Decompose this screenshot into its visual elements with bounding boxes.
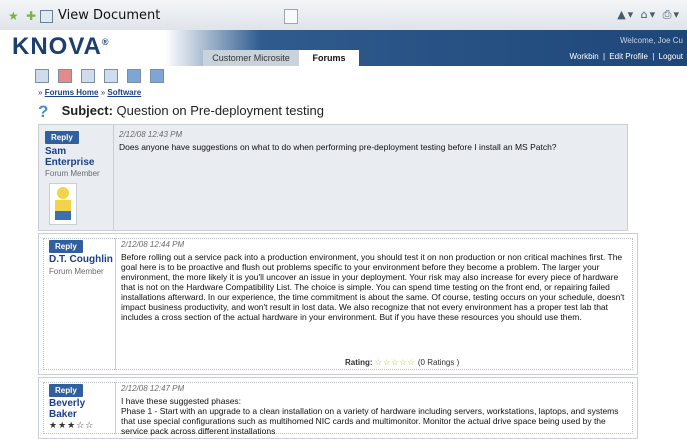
browser-tools[interactable]: ▲▾ ⌂▾ ⎙▾ — [617, 8, 681, 22]
edit-icon[interactable] — [81, 69, 96, 83]
new-tab-button[interactable] — [284, 9, 298, 24]
post-1: Reply Sam Enterprise Forum Member 2/12/08… — [38, 124, 628, 231]
author-name[interactable]: Sam Enterprise — [45, 146, 94, 168]
knova-logo: KNOVA® — [12, 33, 110, 60]
post-body: Before rolling out a service pack into a… — [121, 252, 625, 322]
post-timestamp: 2/12/08 12:44 PM — [121, 240, 185, 249]
add-favorite-icon[interactable]: ✚ — [26, 9, 36, 23]
subscribe-icon[interactable] — [127, 69, 142, 83]
link-separator: | — [602, 52, 606, 61]
page-title: ? Subject: Question on Pre-deployment te… — [38, 102, 324, 121]
post-body: Does anyone have suggestions on what to … — [119, 142, 557, 152]
favorite-icon[interactable] — [58, 69, 73, 83]
author-name[interactable]: D.T. Coughlin — [49, 254, 113, 265]
post-2: Reply D.T. Coughlin Forum Member 2/12/08… — [38, 233, 638, 375]
browser-window: ★ ✚ View Document ▲▾ ⌂▾ ⎙▾ KNOVA® Custom… — [0, 0, 687, 439]
post-3: Reply Beverly Baker ★★★☆☆ 2/12/08 12:47 P… — [38, 377, 638, 439]
author-role: Forum Member — [49, 267, 104, 276]
workbin-link[interactable]: Workbin — [570, 52, 599, 61]
author-role: Forum Member — [45, 169, 100, 178]
reply-button[interactable]: Reply — [49, 384, 83, 397]
author-name[interactable]: Beverly Baker — [49, 398, 85, 420]
welcome-text: Welcome, Joe Cu — [620, 36, 683, 45]
edit-profile-link[interactable]: Edit Profile — [609, 52, 648, 61]
question-icon: ? — [38, 102, 49, 121]
browser-tab-title[interactable]: View Document — [58, 8, 160, 23]
favorites-star-icon[interactable]: ★ — [8, 9, 19, 23]
logout-link[interactable]: Logout — [659, 52, 683, 61]
email-icon[interactable] — [104, 69, 119, 83]
header-links: Workbin | Edit Profile | Logout — [568, 52, 683, 61]
post-body: I have these suggested phases: Phase 1 -… — [121, 396, 619, 436]
breadcrumb: » Forums Home » Software — [38, 88, 142, 97]
document-toolbar — [35, 68, 168, 84]
tab-customer-microsite[interactable]: Customer Microsite — [203, 50, 299, 66]
tab-forums[interactable]: Forums — [299, 50, 359, 66]
post-timestamp: 2/12/08 12:43 PM — [119, 130, 183, 139]
browser-toolbar: ★ ✚ View Document ▲▾ ⌂▾ ⎙▾ — [0, 0, 687, 31]
link-separator: | — [652, 52, 655, 61]
post-rating: Rating: ☆☆☆☆☆ (0 Ratings ) — [345, 358, 460, 367]
author-rank-stars: ★★★☆☆ — [49, 421, 95, 431]
back-arrow-icon[interactable] — [150, 69, 165, 83]
breadcrumb-software[interactable]: Software — [107, 88, 141, 97]
rating-stars[interactable]: ☆☆☆☆☆ — [375, 358, 416, 367]
avatar — [49, 183, 77, 225]
reply-button[interactable]: Reply — [49, 240, 83, 253]
post-timestamp: 2/12/08 12:47 PM — [121, 384, 185, 393]
page-icon — [40, 10, 53, 23]
breadcrumb-forums-home[interactable]: Forums Home — [45, 88, 99, 97]
reply-button[interactable]: Reply — [45, 131, 79, 144]
print-icon[interactable] — [35, 69, 49, 83]
app-header: KNOVA® Customer Microsite Forums Welcome… — [0, 30, 687, 66]
